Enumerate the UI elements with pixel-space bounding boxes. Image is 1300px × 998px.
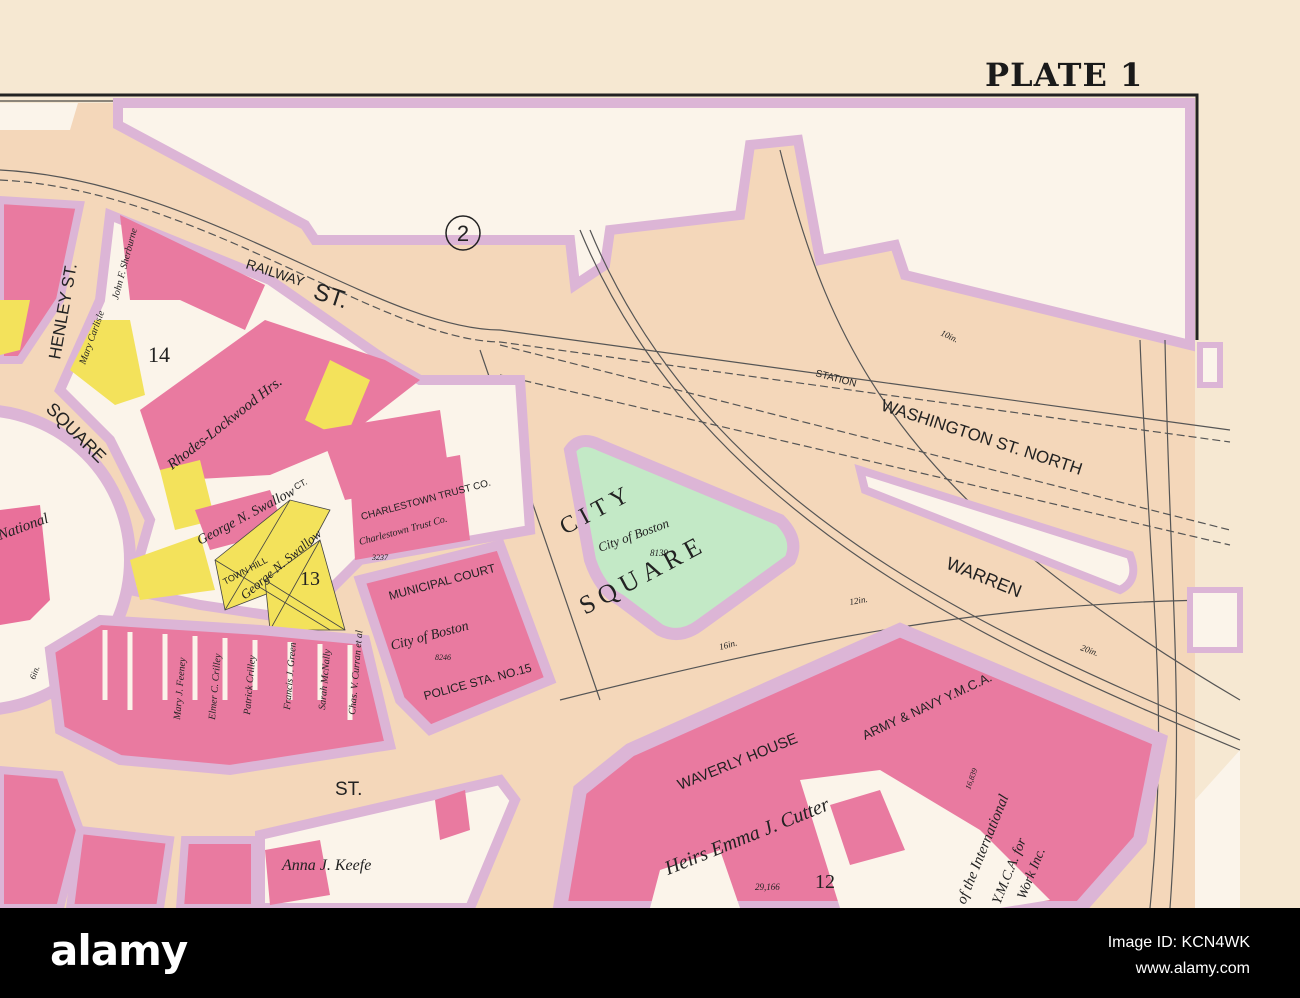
block-lower-left bbox=[0, 765, 85, 908]
alamy-url: www.alamy.com bbox=[1135, 960, 1250, 977]
block-lower-left-2 bbox=[65, 825, 175, 908]
municipal-court-area: 8246 bbox=[435, 653, 451, 662]
street-st-label: ST. bbox=[335, 779, 362, 800]
alamy-logo: alamy bbox=[50, 926, 188, 975]
charlestown-trust-area: 3237 bbox=[371, 553, 389, 562]
waverly-house-area: 29,166 bbox=[755, 882, 780, 892]
block-13-number: 13 bbox=[300, 568, 320, 590]
owner-anna-keefe: Anna J. Keefe bbox=[281, 857, 371, 874]
park-area: 8139 bbox=[650, 548, 669, 558]
block-12-number: 12 bbox=[815, 871, 835, 893]
open-area-corner bbox=[0, 103, 78, 130]
image-id: Image ID: KCN4WK bbox=[1107, 934, 1250, 951]
map-canvas: 2 RAILWAY ST. HENLEY ST. SQUARE WASHINGT… bbox=[0, 0, 1300, 908]
watermark-footer: alamy Image ID: KCN4WK www.alamy.com bbox=[0, 908, 1300, 998]
plate-label: PLATE 1 bbox=[985, 56, 1144, 94]
block-14-number: 14 bbox=[148, 342, 170, 367]
block-2-number: 2 bbox=[457, 221, 469, 246]
image-id-block: Image ID: KCN4WK www.alamy.com bbox=[1108, 930, 1250, 982]
block-lower-mid bbox=[175, 836, 259, 908]
